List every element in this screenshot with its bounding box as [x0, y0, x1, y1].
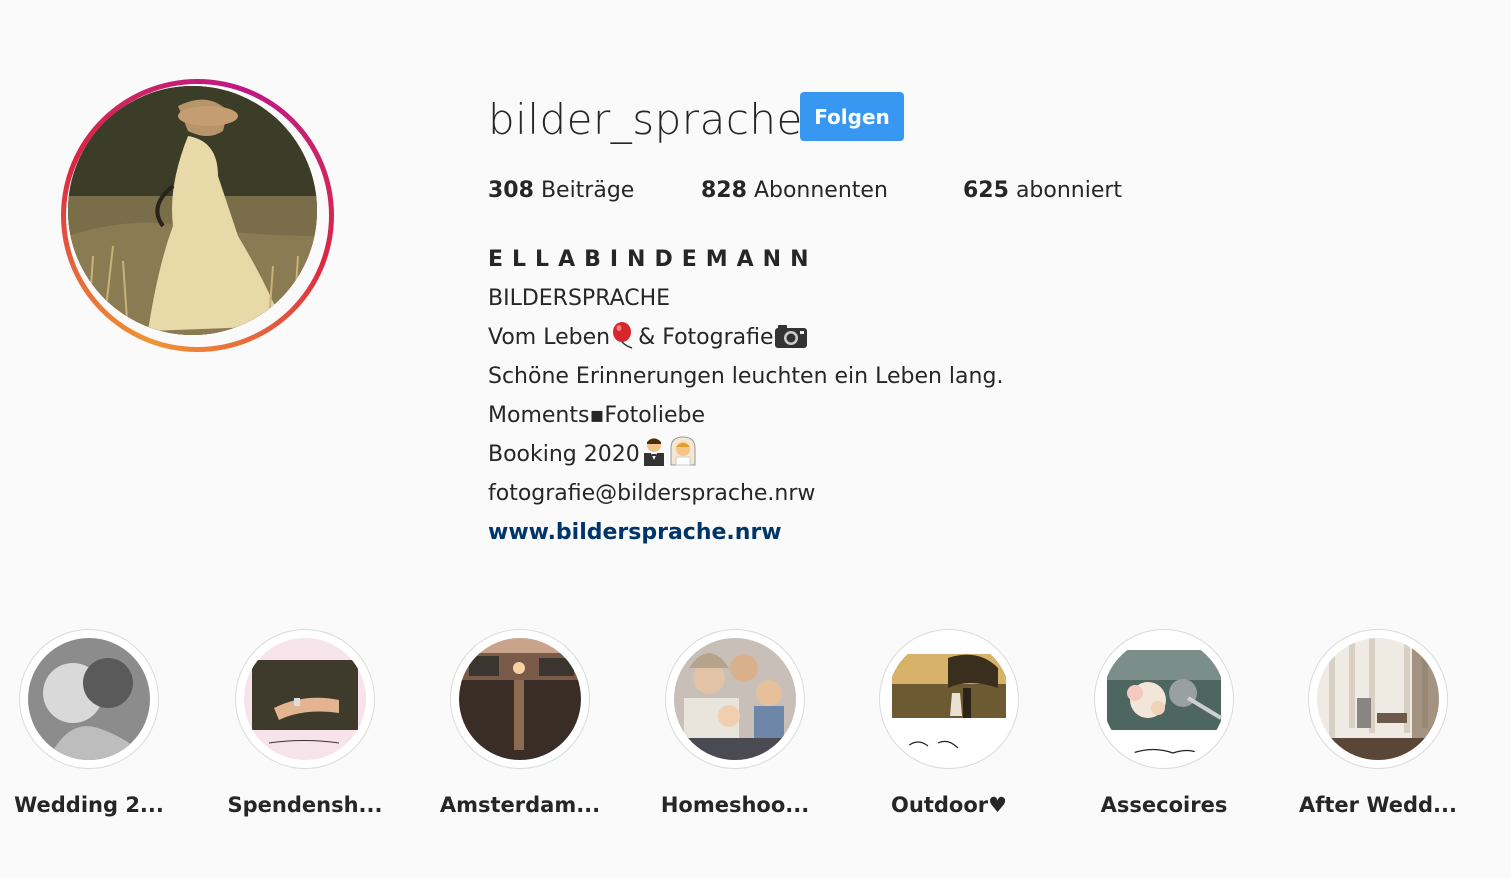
- bio-line-email: fotografie@bildersprache.nrw: [488, 481, 816, 506]
- follow-button[interactable]: Folgen: [800, 92, 904, 141]
- stat-following-label: abonniert: [1015, 178, 1123, 203]
- highlight-ring: [235, 629, 375, 769]
- highlight-ring: [450, 629, 590, 769]
- highlight-ring: [1094, 629, 1234, 769]
- stat-posts-label: Beiträge: [540, 178, 635, 203]
- highlight-item[interactable]: Wedding 2...: [0, 629, 196, 817]
- highlight-ring: [665, 629, 805, 769]
- groom-icon: [640, 436, 668, 479]
- highlight-ring: [1308, 629, 1448, 769]
- bio-tagline-part2: & Fotografie: [638, 325, 774, 350]
- bio-tagline-part1: Vom Leben: [488, 325, 611, 350]
- balloon-icon: [610, 321, 638, 362]
- highlight-label: Wedding 2...: [14, 793, 164, 817]
- profile-avatar[interactable]: [61, 79, 334, 352]
- highlight-label: Homeshoo...: [660, 793, 810, 817]
- highlight-cover: [888, 638, 1010, 760]
- bio-full-name: ELLABINDEMANN: [488, 247, 818, 272]
- highlight-label: Outdoor♥: [891, 793, 1007, 817]
- highlight-cover: [1317, 638, 1439, 760]
- profile-username: bilder_sprache: [488, 95, 803, 144]
- highlight-label: Spendensh...: [227, 793, 383, 817]
- highlight-item[interactable]: Amsterdam...: [413, 629, 627, 817]
- stat-posts: 308 Beiträge: [488, 175, 634, 207]
- stat-followers-count: 828: [701, 178, 747, 203]
- highlight-item[interactable]: Homeshoo...: [628, 629, 842, 817]
- bio-booking-text: Booking 2020: [488, 442, 640, 467]
- highlight-label: After Wedd...: [1299, 793, 1457, 817]
- profile-bio: ELLABINDEMANN BILDERSPRACHE Vom Leben & F…: [488, 240, 1003, 552]
- highlight-label: Amsterdam...: [439, 793, 601, 817]
- stat-following-count: 625: [963, 178, 1009, 203]
- bio-website-link[interactable]: www.bildersprache.nrw: [488, 513, 1003, 552]
- highlight-item[interactable]: Assecoires: [1057, 629, 1271, 817]
- stat-posts-count: 308: [488, 178, 534, 203]
- bio-line-quote: Schöne Erinnerungen leuchten ein Leben l…: [488, 364, 1004, 389]
- bio-line-booking: Booking 2020: [488, 435, 1003, 474]
- highlight-cover: [28, 638, 150, 760]
- highlight-cover: [674, 638, 796, 760]
- bio-line-tagline: Vom Leben & Fotografie: [488, 318, 1003, 357]
- bio-line-brand: BILDERSPRACHE: [488, 286, 671, 311]
- highlight-ring: [19, 629, 159, 769]
- highlight-label: Assecoires: [1100, 793, 1228, 817]
- highlight-item[interactable]: Outdoor♥: [842, 629, 1056, 817]
- avatar-photo: [68, 86, 317, 335]
- stat-followers-label: Abonnenten: [753, 178, 888, 203]
- highlight-cover: [1103, 638, 1225, 760]
- bio-line-moments: Moments▪Fotoliebe: [488, 403, 706, 428]
- stat-following[interactable]: 625 abonniert: [963, 175, 1122, 207]
- highlight-cover: [459, 638, 581, 760]
- bride-icon: [668, 436, 698, 479]
- highlight-ring: [879, 629, 1019, 769]
- highlight-cover: [244, 638, 366, 760]
- stat-followers[interactable]: 828 Abonnenten: [701, 175, 888, 207]
- highlight-item[interactable]: Spendensh...: [198, 629, 412, 817]
- highlight-item[interactable]: After Wedd...: [1271, 629, 1485, 817]
